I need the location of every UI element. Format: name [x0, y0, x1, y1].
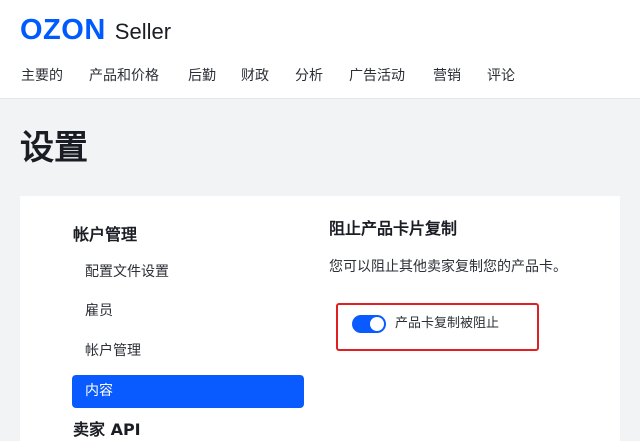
sidebar-section-title: 帐户管理	[73, 225, 138, 244]
nav-item-logistics[interactable]: 后勤	[188, 66, 216, 86]
sidebar-item-profile-settings[interactable]: 配置文件设置	[85, 262, 169, 282]
logo-ozon-text: OZON	[20, 14, 106, 46]
sidebar-item-account-management[interactable]: 帐户管理	[85, 341, 141, 361]
toggle-label[interactable]: 产品卡复制被阻止	[395, 314, 499, 334]
top-header: OZON Seller 主要的 产品和价格 后勤 财政 分析 广告活动 营销 评…	[0, 0, 640, 99]
logo-seller-text: Seller	[114, 19, 172, 44]
nav-item-analytics[interactable]: 分析	[295, 66, 323, 86]
page-title: 设置	[20, 128, 88, 168]
nav-item-finance[interactable]: 财政	[241, 66, 269, 86]
ozon-seller-logo[interactable]: OZON Seller	[20, 14, 171, 47]
main-nav: 主要的 产品和价格 后勤 财政 分析 广告活动 营销 评论	[0, 66, 640, 88]
toggle-knob	[370, 317, 384, 331]
sidebar-item-content[interactable]: 内容	[72, 375, 304, 408]
nav-item-products-prices[interactable]: 产品和价格	[89, 66, 159, 86]
block-copy-title: 阻止产品卡片复制	[329, 219, 458, 238]
nav-item-ad-campaigns[interactable]: 广告活动	[349, 66, 405, 86]
nav-item-reviews[interactable]: 评论	[487, 66, 515, 86]
sidebar-item-content-label: 内容	[85, 383, 113, 399]
toggle-switch-on[interactable]	[352, 315, 386, 333]
sidebar-item-employees[interactable]: 雇员	[85, 301, 113, 321]
nav-item-marketing[interactable]: 营销	[433, 66, 461, 86]
block-copy-description: 您可以阻止其他卖家复制您的产品卡。	[329, 259, 567, 275]
sidebar-section-seller-api[interactable]: 卖家 API	[73, 419, 141, 441]
nav-item-main[interactable]: 主要的	[21, 66, 63, 86]
